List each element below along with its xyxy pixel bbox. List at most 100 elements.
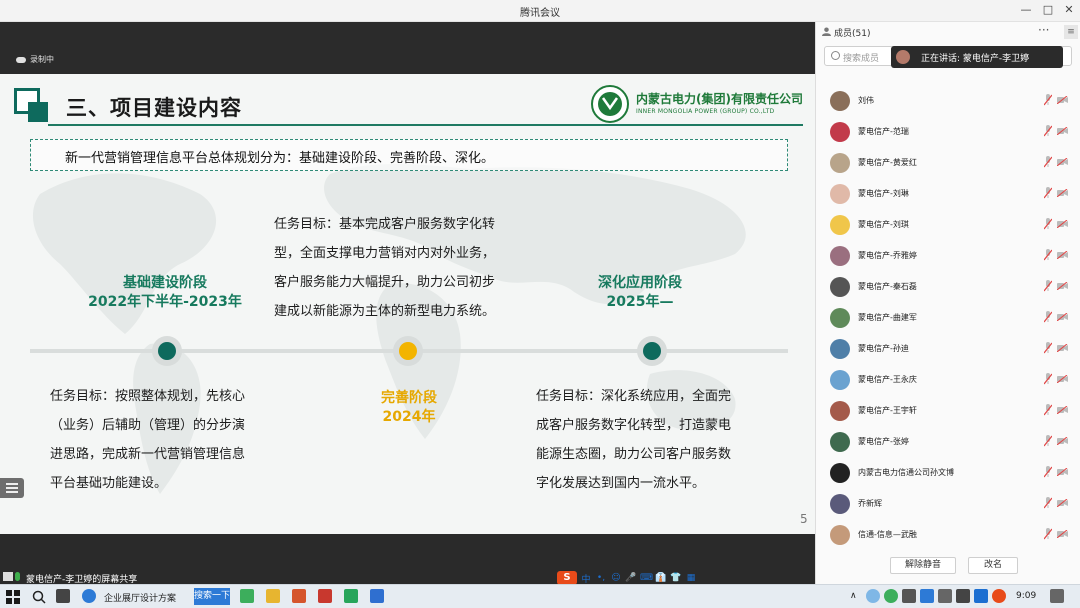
wps-icon[interactable] <box>318 589 332 603</box>
camera-off-icon[interactable] <box>1057 313 1068 321</box>
rename-button[interactable]: 改名 <box>968 557 1018 574</box>
microphone-icon <box>15 572 20 581</box>
slide-menu-button[interactable] <box>0 478 24 498</box>
tray-ime-icon[interactable] <box>974 589 988 603</box>
taskbar-clock[interactable]: 9:09 <box>1016 591 1036 601</box>
recording-indicator[interactable]: 录制中 <box>16 54 54 65</box>
ime-grid-icon[interactable]: ▦ <box>685 573 697 583</box>
muted-microphone-icon[interactable] <box>1044 373 1052 385</box>
member-row[interactable]: 蒙电信产-曲建军 <box>816 303 1080 334</box>
browser-tab-label[interactable]: 企业展厅设计方案 <box>104 591 176 604</box>
ime-skin-icon[interactable]: 👔 <box>655 573 667 583</box>
maximize-button[interactable]: □ <box>1040 3 1056 16</box>
tray-pen-icon[interactable] <box>956 589 970 603</box>
notification-icon[interactable] <box>1050 589 1064 603</box>
member-row[interactable]: 蒙电信产-秦石磊 <box>816 272 1080 303</box>
ime-chinese-mode[interactable]: 中 <box>580 572 592 585</box>
muted-microphone-icon[interactable] <box>1044 125 1052 137</box>
camera-off-icon[interactable] <box>1057 189 1068 197</box>
camera-off-icon[interactable] <box>1057 375 1068 383</box>
ime-logo-icon[interactable]: S <box>557 571 577 585</box>
muted-microphone-icon[interactable] <box>1044 342 1052 354</box>
section-title: 三、项目建设内容 <box>66 96 242 120</box>
muted-microphone-icon[interactable] <box>1044 528 1052 540</box>
avatar <box>830 153 850 173</box>
camera-off-icon[interactable] <box>1057 282 1068 290</box>
muted-microphone-icon[interactable] <box>1044 218 1052 230</box>
muted-microphone-icon[interactable] <box>1044 280 1052 292</box>
app-icon-orange[interactable] <box>292 589 306 603</box>
task-goal-1: 任务目标：按照整体规划，先核心 （业务）后辅助（管理）的分步演 进思路，完成新一… <box>50 382 290 498</box>
ime-shirt-icon[interactable]: 👕 <box>670 573 682 583</box>
stage-period: 2024年 <box>382 409 436 425</box>
avatar <box>830 370 850 390</box>
member-row[interactable]: 信通-信息—武融 <box>816 520 1080 551</box>
camera-off-icon[interactable] <box>1057 406 1068 414</box>
start-windows-icon[interactable] <box>6 590 20 604</box>
muted-microphone-icon[interactable] <box>1044 156 1052 168</box>
camera-off-icon[interactable] <box>1057 530 1068 538</box>
more-options-button[interactable]: ··· <box>1038 23 1049 37</box>
unmute-button[interactable]: 解除静音 <box>890 557 956 574</box>
muted-microphone-icon[interactable] <box>1044 187 1052 199</box>
camera-off-icon[interactable] <box>1057 499 1068 507</box>
tray-app-icon[interactable] <box>866 589 880 603</box>
member-row[interactable]: 刘伟 <box>816 86 1080 117</box>
tray-up-arrow-icon[interactable]: ∧ <box>850 591 857 601</box>
member-row[interactable]: 蒙电信产-范瑞 <box>816 117 1080 148</box>
muted-microphone-icon[interactable] <box>1044 311 1052 323</box>
search-once-button[interactable]: 搜索一下 <box>194 588 230 605</box>
ime-punctuation-icon[interactable]: •, <box>595 573 607 583</box>
tray-sync-icon[interactable] <box>884 589 898 603</box>
tencent-meeting-icon[interactable] <box>370 589 384 603</box>
member-name: 蒙电信产-秦石磊 <box>858 282 917 291</box>
member-row[interactable]: 蒙电信产-孙迪 <box>816 334 1080 365</box>
task-line: （业务）后辅助（管理）的分步演 <box>50 418 246 433</box>
camera-off-icon[interactable] <box>1057 251 1068 259</box>
tray-display-icon[interactable] <box>920 589 934 603</box>
ime-keyboard-icon[interactable]: ⌨ <box>640 573 653 583</box>
file-explorer-icon[interactable] <box>266 589 280 603</box>
muted-microphone-icon[interactable] <box>1044 497 1052 509</box>
member-row[interactable]: 蒙电信产-张婷 <box>816 427 1080 458</box>
member-row[interactable]: 蒙电信产-乔雅婷 <box>816 241 1080 272</box>
wechat-icon[interactable] <box>344 589 358 603</box>
window-titlebar: 腾讯会议 — □ ✕ <box>0 0 1080 22</box>
camera-off-icon[interactable] <box>1057 220 1068 228</box>
taskbar-search-icon[interactable] <box>32 589 46 605</box>
stage-improve: 完善阶段 2024年 <box>350 389 468 427</box>
minimize-button[interactable]: — <box>1018 3 1034 16</box>
member-row[interactable]: 内蒙古电力信通公司孙文博 <box>816 458 1080 489</box>
members-panel: 成员(51) ··· ≡ 搜索成员 正在讲话: 蒙电信产-李卫婷 刘伟 蒙电信产-… <box>815 22 1080 584</box>
camera-off-icon[interactable] <box>1057 344 1068 352</box>
camera-off-icon[interactable] <box>1057 96 1068 104</box>
muted-microphone-icon[interactable] <box>1044 466 1052 478</box>
camera-off-icon[interactable] <box>1057 158 1068 166</box>
member-row[interactable]: 蒙电信产-王永庆 <box>816 365 1080 396</box>
muted-microphone-icon[interactable] <box>1044 249 1052 261</box>
speaking-label: 正在讲话: 蒙电信产-李卫婷 <box>921 54 1030 64</box>
member-row[interactable]: 乔新辉 <box>816 489 1080 520</box>
member-row[interactable]: 蒙电信产-刘琳 <box>816 179 1080 210</box>
tray-volume-icon[interactable] <box>938 589 952 603</box>
avatar <box>830 339 850 359</box>
ime-voice-icon[interactable]: 🎤 <box>625 573 637 583</box>
camera-off-icon[interactable] <box>1057 127 1068 135</box>
muted-microphone-icon[interactable] <box>1044 404 1052 416</box>
member-row[interactable]: 蒙电信产-黄爱红 <box>816 148 1080 179</box>
ime-emoji-icon[interactable]: ☺ <box>610 573 622 583</box>
member-row[interactable]: 蒙电信产-王宇轩 <box>816 396 1080 427</box>
browser-icon[interactable] <box>82 589 96 603</box>
app-icon-green[interactable] <box>240 589 254 603</box>
avatar <box>830 91 850 111</box>
member-row[interactable]: 蒙电信产-刘琪 <box>816 210 1080 241</box>
task-view-icon[interactable] <box>56 589 70 603</box>
muted-microphone-icon[interactable] <box>1044 94 1052 106</box>
close-button[interactable]: ✕ <box>1061 3 1077 16</box>
list-view-icon[interactable]: ≡ <box>1064 25 1078 39</box>
camera-off-icon[interactable] <box>1057 437 1068 445</box>
muted-microphone-icon[interactable] <box>1044 435 1052 447</box>
tray-network-icon[interactable] <box>902 589 916 603</box>
camera-off-icon[interactable] <box>1057 468 1068 476</box>
tray-sogou-icon[interactable] <box>992 589 1006 603</box>
